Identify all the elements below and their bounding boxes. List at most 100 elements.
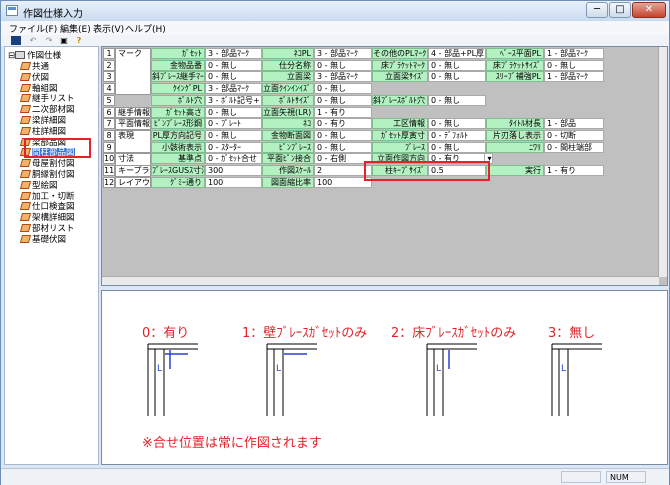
spec-value[interactable]: 0 - 無し [205, 71, 262, 83]
spec-value[interactable]: 0 - 無し [428, 141, 486, 153]
spec-value[interactable]: 0 - ﾌﾟﾚｰﾄ [205, 118, 262, 130]
tree-item[interactable]: 基礎伏図 [19, 233, 67, 245]
drawing-icon [19, 83, 32, 92]
save-icon[interactable] [11, 36, 21, 45]
joint-sketch: L [426, 343, 477, 416]
row-number: 11 [103, 165, 115, 176]
spec-value[interactable]: 0 - 有り [314, 118, 372, 130]
group-display: 表現 [115, 129, 151, 154]
spec-value[interactable]: 0 - 無し [205, 129, 262, 141]
spec-label: ﾈｺPL [262, 48, 314, 59]
spec-value[interactable]: 0 - ｶﾞｾｯﾄ合せ [205, 153, 262, 165]
menu-help[interactable]: ヘルプ(H) [125, 22, 166, 35]
spec-value[interactable]: 0 - 無し [314, 141, 372, 153]
spec-value[interactable]: 0 - 間柱端部 [544, 141, 604, 153]
maximize-button[interactable]: □ [609, 2, 631, 18]
app-window: 作図仕様入力 ─ □ ✕ ファイル(F) 編集(E) 表示(V) ヘルプ(H) … [0, 0, 670, 485]
spec-value[interactable]: 1 - 部品ﾏｰｸ [544, 48, 604, 59]
tree-item-label: 基礎伏図 [32, 234, 67, 245]
undo-icon[interactable]: ↶ [28, 36, 38, 45]
window-title: 作図仕様入力 [23, 9, 83, 20]
spec-value[interactable]: 1 - 部品ﾏｰｸ [544, 71, 604, 83]
spec-label: 作図ｽｹｰﾙ [262, 165, 314, 176]
spec-value[interactable]: 0 - 無し [314, 59, 372, 71]
spec-label: ﾋﾟﾝﾌﾞﾚｰｽ [262, 141, 314, 153]
row-number: 7 [103, 118, 115, 130]
spec-value[interactable]: 0 - 無し [314, 129, 372, 141]
group-layout: レイアウト [115, 176, 151, 189]
spec-value[interactable]: 0 - 無し [314, 83, 372, 95]
spec-label: 斜ﾌﾞﾚｰｽ継手ﾏｰｸ [151, 71, 205, 83]
spec-value[interactable]: 0 - ﾃﾞﾌｫﾙﾄ [428, 129, 486, 141]
option-label-1: 1：壁ﾌﾞﾚｰｽｶﾞｾｯﾄのみ [242, 326, 368, 341]
spec-value[interactable]: 0 - 無し [205, 59, 262, 71]
spec-label: ﾈｺ [262, 118, 314, 130]
spec-value[interactable]: 100 [205, 176, 262, 188]
spec-label: 実行 [486, 165, 544, 176]
joint-sketch: L [551, 343, 602, 416]
drawing-icon [19, 234, 32, 243]
spec-label: ｽﾘｰﾌﾞ補強PL [486, 71, 544, 83]
close-button[interactable]: ✕ [632, 2, 666, 18]
spec-label: 立面梁 [262, 71, 314, 83]
spec-label: ﾌﾞﾚｰｽGUSｽ寸法 [151, 165, 205, 176]
spec-label: ﾌﾞﾚｰｽ [372, 141, 428, 153]
spec-value[interactable]: 1 - 有り [314, 106, 372, 118]
minimize-button[interactable]: ─ [586, 2, 608, 18]
spec-label: 床ﾌﾞﾗｹｯﾄｻｲｽﾞ [486, 59, 544, 71]
preview-pane: L L L L 0：有り 1：壁ﾌﾞﾚｰｽｶﾞｾｯﾄのみ 2：床ﾌﾞﾚｰｽｶﾞｾｯﾄの… [101, 290, 668, 465]
vertical-scrollbar[interactable] [658, 47, 667, 277]
print-icon[interactable]: ▣ [59, 36, 69, 45]
spec-value[interactable]: 300 [205, 165, 262, 176]
row-number: 8 [103, 129, 115, 141]
dim-mark: L [276, 364, 281, 374]
spec-value[interactable]: 3 - 部品ﾏｰｸ [314, 71, 372, 83]
spec-label: ﾀｲﾄﾙ材長 [486, 118, 544, 130]
spec-label: 金物断面図 [262, 129, 314, 141]
row-number: 10 [103, 153, 115, 165]
redo-icon[interactable]: ↷ [44, 36, 54, 45]
option-label-0: 0：有り [142, 326, 190, 341]
spec-value[interactable]: 1 - 有り [544, 165, 604, 176]
spec-label: ｸﾞﾐｰ通り [151, 176, 205, 188]
spec-label: ｶﾞｾｯﾄ高さ [151, 106, 205, 118]
spec-value[interactable]: 0 - 無し [428, 94, 486, 106]
drawing-icon [19, 224, 32, 232]
spec-tree[interactable]: ⊟ 作図仕様 共通 伏図 軸組図 継手リスト 二次部材図 梁詳細図 柱詳細図 梁部品図 間柱部品図… [4, 46, 99, 465]
dim-mark: L [561, 364, 566, 374]
spec-label: 図面縮比率 [262, 176, 314, 188]
spec-value[interactable]: 0 - 無し [428, 71, 486, 83]
position-note: ※合せ位置は常に作図されます [142, 436, 322, 451]
spec-label: 片刃落し表示 [486, 129, 544, 141]
joint-sketch: L [266, 343, 317, 416]
spec-label: 工区情報 [372, 118, 428, 130]
horizontal-scrollbar[interactable] [102, 276, 659, 285]
spec-label: 立面ｸｲﾝｲﾝｲｽﾞ [262, 83, 314, 95]
spec-value[interactable]: 3 - 部品ﾏｰｸ [314, 48, 372, 59]
spec-value[interactable]: 0 - ｽﾀｰﾀｰ [205, 141, 262, 153]
spec-value[interactable]: 3 - 部品ﾏｰｸ [205, 48, 262, 59]
spec-value[interactable]: 3 - 部品ﾏｰｸ [205, 83, 262, 95]
drawing-icon [19, 202, 32, 211]
group-keyplan: キープラン [115, 165, 151, 177]
spec-label: ﾍﾞｰｽ平面PL [486, 48, 544, 59]
spec-label: ｸｲﾝｸﾞPL [151, 83, 205, 95]
option-label-2: 2：床ﾌﾞﾚｰｽｶﾞｾｯﾄのみ [391, 326, 517, 341]
drawing-icon [19, 180, 32, 189]
row-number: 2 [103, 59, 115, 71]
menu-edit[interactable]: 編集(E) [60, 22, 91, 35]
spec-label: ｶﾞｾｯﾄ厚寅寸 [372, 129, 428, 141]
menu-view[interactable]: 表示(V) [93, 22, 124, 35]
spec-value[interactable]: 4 - 部品+PL厚 [428, 48, 486, 59]
spec-value[interactable]: 0 - 無し [205, 106, 262, 118]
spec-value[interactable]: 1 - 部品 [544, 118, 604, 130]
help-icon[interactable]: ? [74, 36, 84, 45]
spec-value[interactable]: 0 - 切断 [544, 129, 604, 141]
spec-value[interactable]: 0 - 無し [544, 59, 604, 71]
menu-file[interactable]: ファイル(F) [9, 22, 57, 35]
spec-value[interactable]: 0 - 無し [314, 94, 372, 106]
row-number: 3 [103, 71, 115, 83]
spec-value[interactable]: 0 - 無し [428, 59, 486, 71]
spec-value[interactable]: 3 - ﾎﾞﾙﾄ記号+ [205, 94, 262, 106]
spec-value[interactable]: 0 - 無し [428, 118, 486, 130]
